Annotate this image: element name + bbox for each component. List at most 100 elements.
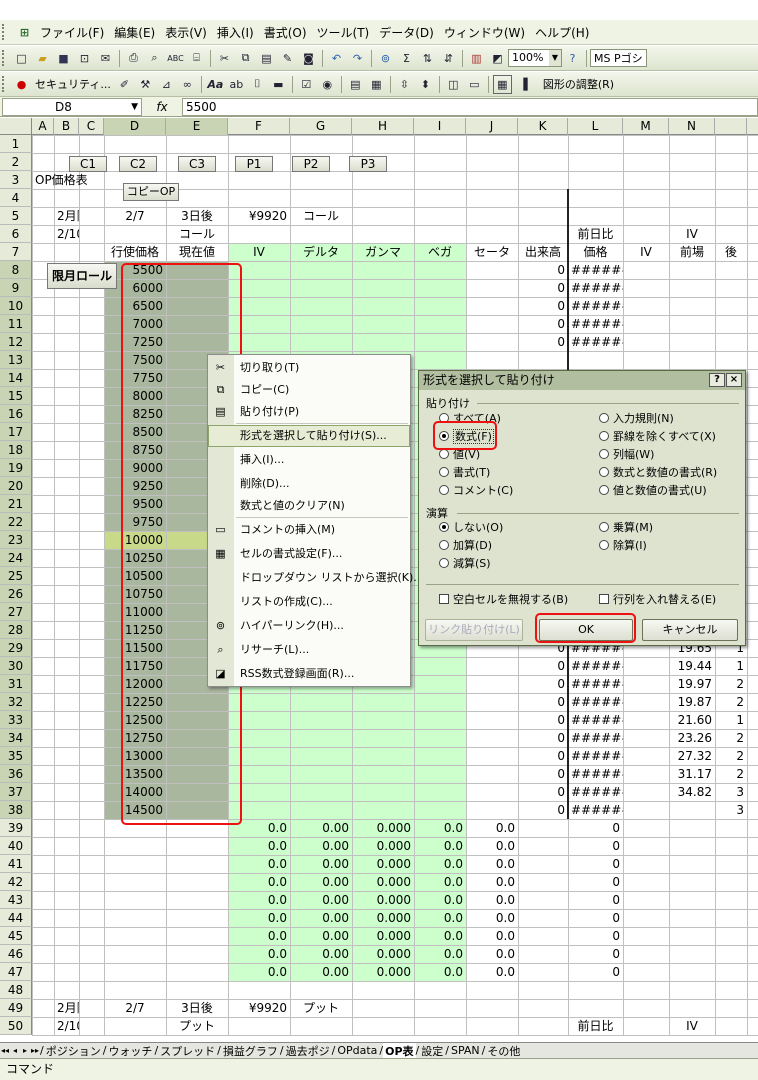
- cell[interactable]: 8500: [104, 423, 166, 441]
- row-header[interactable]: 17: [0, 423, 32, 441]
- cell[interactable]: 3日後: [166, 207, 228, 225]
- column-header[interactable]: C: [79, 118, 104, 135]
- cell[interactable]: OP価格表: [32, 171, 122, 189]
- row-header[interactable]: 37: [0, 783, 32, 801]
- cell[interactable]: 7750: [104, 369, 166, 387]
- cell[interactable]: 0: [518, 693, 568, 711]
- cell[interactable]: 0.00: [290, 837, 352, 855]
- cell[interactable]: 行使価格: [104, 243, 166, 261]
- row-header[interactable]: 34: [0, 729, 32, 747]
- context-menu-item[interactable]: ▦ セルの書式設定(F)...: [208, 543, 410, 565]
- cell[interactable]: 10250: [104, 549, 166, 567]
- context-menu-item[interactable]: 数式と値のクリア(N): [208, 495, 410, 517]
- chevron-down-icon[interactable]: ▼: [549, 50, 561, 66]
- cell[interactable]: 2月限: [54, 999, 79, 1017]
- control-properties-icon[interactable]: ◫: [444, 75, 463, 94]
- sort-descending-icon[interactable]: ⇵: [439, 49, 458, 68]
- cell[interactable]: ######: [568, 675, 623, 693]
- undo-icon[interactable]: ↶: [327, 49, 346, 68]
- help-icon[interactable]: ?: [563, 49, 582, 68]
- cancel-button[interactable]: キャンセル: [642, 619, 738, 641]
- sheet-tab[interactable]: ポジション: [44, 1043, 103, 1058]
- cell[interactable]: 0: [518, 729, 568, 747]
- cell[interactable]: 0.00: [290, 891, 352, 909]
- cell[interactable]: 0.00: [290, 909, 352, 927]
- radio-op-subtract[interactable]: 減算(S): [439, 557, 491, 571]
- record-icon[interactable]: ●: [12, 75, 31, 94]
- checkbox-skip-blanks[interactable]: 空白セルを無視する(B): [439, 593, 568, 607]
- column-header[interactable]: E: [166, 118, 228, 135]
- cell[interactable]: ######: [568, 783, 623, 801]
- insert-function-icon[interactable]: fx: [142, 100, 182, 114]
- cell[interactable]: 0.00: [290, 963, 352, 981]
- checkbox-transpose[interactable]: 行列を入れ替える(E): [599, 593, 716, 607]
- autosum-icon[interactable]: Σ: [397, 49, 416, 68]
- cell[interactable]: プット: [166, 1017, 228, 1035]
- cell[interactable]: 0: [518, 333, 568, 351]
- cell[interactable]: 0.0: [414, 945, 466, 963]
- cell[interactable]: 8250: [104, 405, 166, 423]
- menu-edit[interactable]: 編集(E): [109, 24, 160, 41]
- cell[interactable]: 0.0: [466, 837, 518, 855]
- run-dialog-icon[interactable]: ▐: [514, 75, 533, 94]
- cell[interactable]: 0.00: [290, 873, 352, 891]
- row-header[interactable]: 29: [0, 639, 32, 657]
- row-header[interactable]: 38: [0, 801, 32, 819]
- font-name-box[interactable]: MS Pゴシ: [590, 49, 647, 67]
- cell[interactable]: 0.0: [228, 945, 290, 963]
- cell[interactable]: 1: [715, 657, 747, 675]
- row-header[interactable]: 10: [0, 297, 32, 315]
- cell[interactable]: 0.0: [414, 963, 466, 981]
- cell[interactable]: 6500: [104, 297, 166, 315]
- tools-icon[interactable]: ⚒: [136, 75, 155, 94]
- cell[interactable]: 0.0: [228, 909, 290, 927]
- column-header[interactable]: N: [669, 118, 715, 135]
- row-header[interactable]: 39: [0, 819, 32, 837]
- scrollbar-control-icon[interactable]: ⇳: [395, 75, 414, 94]
- sheet-tab[interactable]: 損益グラフ: [221, 1043, 280, 1058]
- row-header[interactable]: 6: [0, 225, 32, 243]
- row-header[interactable]: 49: [0, 999, 32, 1017]
- visual-basic-icon[interactable]: ✐: [115, 75, 134, 94]
- sheet-tab[interactable]: 過去ポジ: [284, 1043, 332, 1058]
- menu-data[interactable]: データ(D): [374, 24, 439, 41]
- cell[interactable]: 2: [715, 729, 747, 747]
- sheet-tab[interactable]: OP表: [383, 1043, 416, 1058]
- redo-icon[interactable]: ↷: [348, 49, 367, 68]
- toolbar-grip-icon[interactable]: [2, 50, 8, 66]
- cell[interactable]: 0: [518, 315, 568, 333]
- radio-op-add[interactable]: 加算(D): [439, 539, 492, 553]
- cell[interactable]: 2/10: [54, 1017, 79, 1035]
- cell[interactable]: 2/10: [54, 225, 79, 243]
- sheet-tab[interactable]: 設定: [419, 1043, 445, 1058]
- cell[interactable]: 12500: [104, 711, 166, 729]
- row-header[interactable]: 18: [0, 441, 32, 459]
- row-header[interactable]: 46: [0, 945, 32, 963]
- row-header[interactable]: 13: [0, 351, 32, 369]
- sheet-tab[interactable]: スプレッド: [158, 1043, 217, 1058]
- cell[interactable]: 34.82: [669, 783, 715, 801]
- row-header[interactable]: 20: [0, 477, 32, 495]
- cell[interactable]: 0.0: [414, 873, 466, 891]
- cell[interactable]: 2: [715, 747, 747, 765]
- row-header[interactable]: 35: [0, 747, 32, 765]
- cell[interactable]: 0.000: [352, 963, 414, 981]
- context-menu-item[interactable]: ▤ 貼り付け(P): [208, 401, 410, 423]
- save-icon[interactable]: ■: [54, 49, 73, 68]
- cell[interactable]: ######: [568, 333, 623, 351]
- cell[interactable]: ガンマ: [352, 243, 414, 261]
- cell[interactable]: 0.0: [414, 855, 466, 873]
- cell[interactable]: 0.000: [352, 945, 414, 963]
- row-header[interactable]: 26: [0, 585, 32, 603]
- sheet-nav-button[interactable]: ▸: [20, 1046, 30, 1055]
- row-header[interactable]: 32: [0, 693, 32, 711]
- cell[interactable]: ######: [568, 261, 623, 279]
- column-header[interactable]: [715, 118, 747, 135]
- cell[interactable]: 2: [715, 765, 747, 783]
- cell[interactable]: 前日比: [568, 225, 623, 243]
- row-header[interactable]: 45: [0, 927, 32, 945]
- research-toolbar-icon[interactable]: ⌸: [187, 49, 206, 68]
- sort-ascending-icon[interactable]: ⇅: [418, 49, 437, 68]
- cell[interactable]: 10000: [104, 531, 166, 549]
- sheet-button-c1[interactable]: C1: [69, 156, 107, 172]
